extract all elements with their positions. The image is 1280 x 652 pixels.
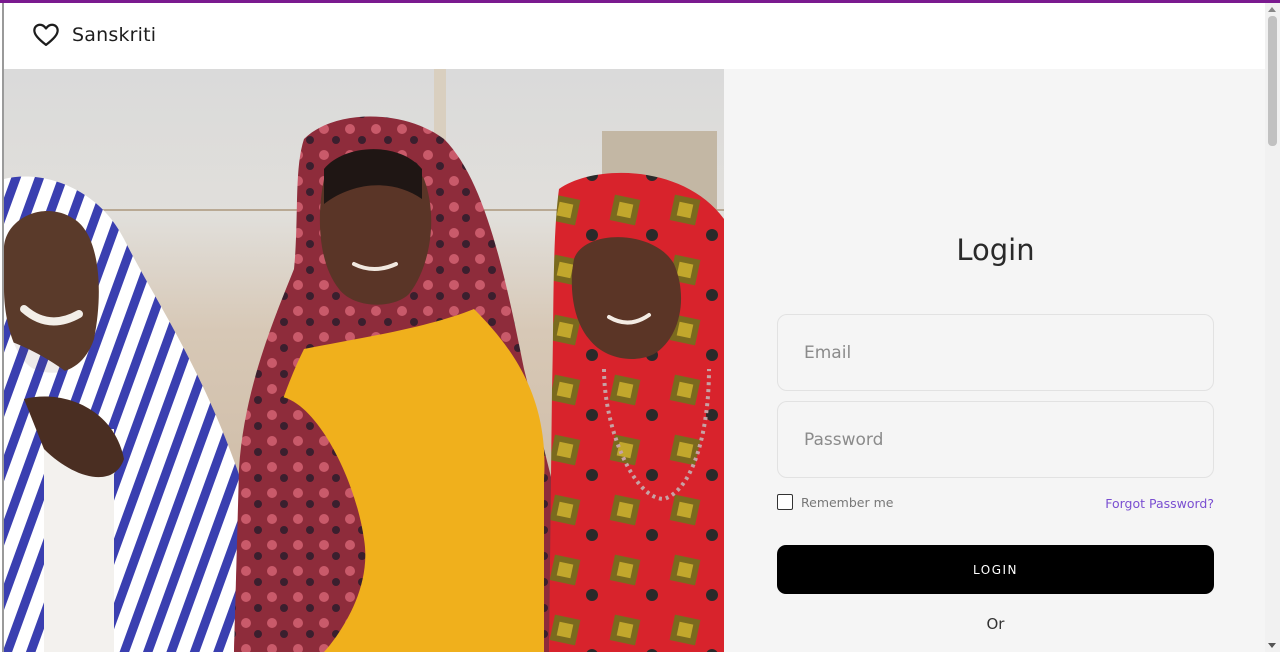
login-title: Login bbox=[956, 233, 1035, 267]
scrollbar-thumb[interactable] bbox=[1268, 16, 1277, 146]
login-panel: Login Remember me Forgot Password? LOGIN… bbox=[724, 69, 1267, 652]
login-button[interactable]: LOGIN bbox=[777, 545, 1214, 594]
remember-me[interactable]: Remember me bbox=[777, 494, 893, 510]
page-scrollbar[interactable] bbox=[1265, 3, 1280, 652]
remember-me-checkbox[interactable] bbox=[777, 494, 793, 510]
forgot-password-link[interactable]: Forgot Password? bbox=[1105, 496, 1214, 511]
brand-name: Sanskriti bbox=[72, 24, 157, 46]
password-field[interactable] bbox=[777, 401, 1214, 478]
email-field[interactable] bbox=[777, 314, 1214, 391]
or-divider-text: Or bbox=[986, 615, 1005, 633]
page: Sanskriti Login Email Remember me Forgot… bbox=[2, 3, 1267, 652]
remember-me-label: Remember me bbox=[801, 494, 894, 510]
navbar: Sanskriti bbox=[4, 3, 1267, 69]
brand-link[interactable]: Sanskriti bbox=[32, 21, 156, 49]
scroll-down-arrow-icon[interactable] bbox=[1268, 643, 1276, 648]
scroll-up-arrow-icon[interactable] bbox=[1268, 7, 1276, 12]
heart-icon bbox=[32, 21, 60, 49]
hero-photo bbox=[4, 69, 724, 652]
